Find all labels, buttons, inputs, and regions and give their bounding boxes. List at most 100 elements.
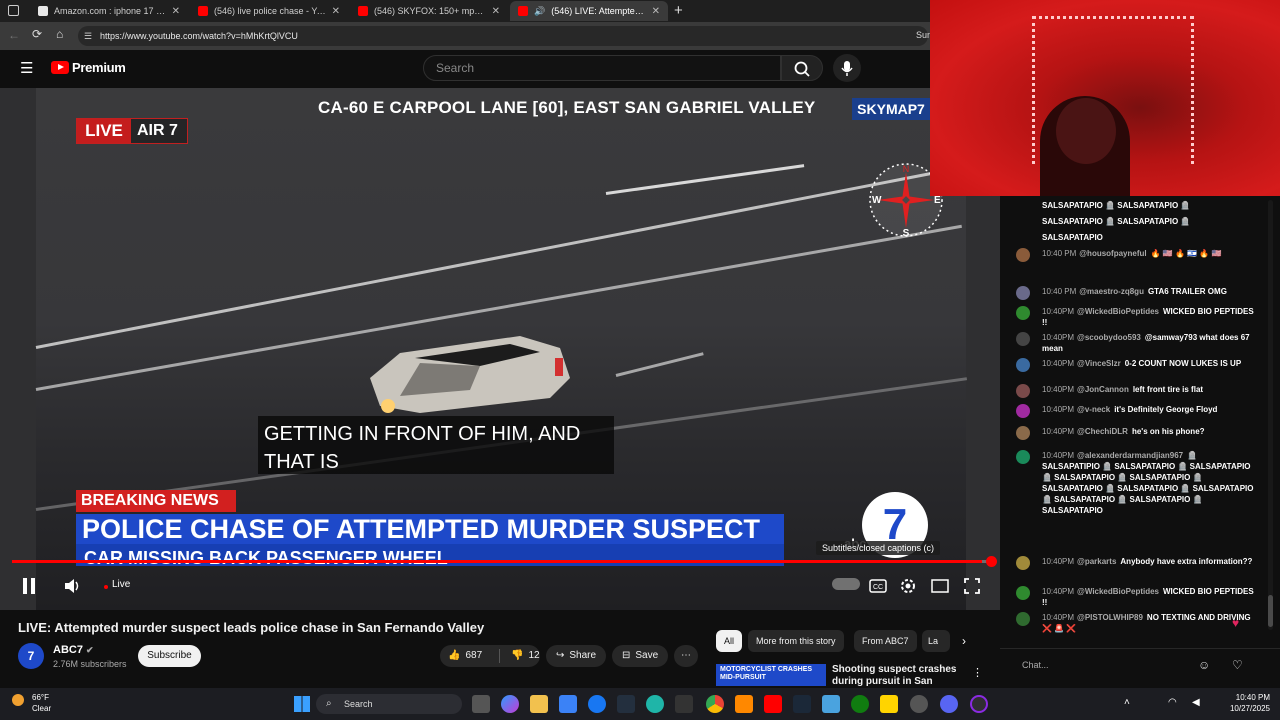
captions-button[interactable]: CC bbox=[866, 574, 890, 598]
chat-avatar[interactable] bbox=[1016, 306, 1030, 320]
chat-scrollbar[interactable] bbox=[1268, 200, 1273, 630]
channel-name[interactable]: ABC7 ✔ bbox=[53, 644, 94, 656]
browser-tab[interactable]: (546) live police chase - YouTube ✕ bbox=[190, 1, 348, 21]
home-icon[interactable]: ⌂ bbox=[56, 27, 63, 41]
chat-author[interactable]: @ChechiDLR bbox=[1077, 427, 1128, 436]
weather-widget[interactable]: 66°F Clear bbox=[32, 692, 51, 714]
dislike-button[interactable]: 👎 12 bbox=[505, 645, 540, 667]
related-more-icon[interactable]: ⋮ bbox=[972, 666, 983, 679]
autoplay-toggle[interactable] bbox=[832, 578, 860, 590]
tab-actions-icon[interactable] bbox=[8, 5, 19, 16]
address-bar[interactable]: ☰ https://www.youtube.com/watch?v=hMhKrt… bbox=[78, 26, 928, 46]
tab-close-icon[interactable]: ✕ bbox=[652, 6, 660, 17]
subscribe-button[interactable]: Subscribe bbox=[138, 645, 201, 667]
chat-author[interactable]: @JonCannon bbox=[1077, 385, 1129, 394]
reload-icon[interactable]: ⟳ bbox=[32, 27, 42, 41]
voice-search-button[interactable] bbox=[833, 54, 861, 82]
volume-button[interactable] bbox=[60, 574, 84, 598]
copilot-icon[interactable] bbox=[501, 695, 519, 713]
sticky-notes-icon[interactable] bbox=[880, 695, 898, 713]
chat-author[interactable]: @scoobydoo593 bbox=[1077, 333, 1141, 342]
chat-avatar[interactable] bbox=[1016, 384, 1030, 398]
edge-icon[interactable] bbox=[646, 695, 664, 713]
chat-avatar[interactable] bbox=[1016, 332, 1030, 346]
save-button[interactable]: ⊟ Save bbox=[612, 645, 669, 667]
system-clock[interactable]: 10:40 PM 10/27/2025 bbox=[1218, 692, 1270, 714]
tray-chevron-icon[interactable]: ˄ bbox=[1124, 697, 1130, 708]
chat-scrollbar-thumb[interactable] bbox=[1268, 595, 1273, 627]
fullscreen-button[interactable] bbox=[960, 574, 984, 598]
more-actions-button[interactable]: ⋯ bbox=[674, 645, 698, 667]
search-button[interactable] bbox=[781, 55, 823, 81]
back-icon[interactable]: ← bbox=[8, 28, 20, 42]
chip-all[interactable]: All bbox=[716, 630, 743, 652]
vlc-icon[interactable] bbox=[735, 695, 753, 713]
chat-author[interactable]: @WickedBioPeptides bbox=[1077, 307, 1159, 316]
windows-start-icon[interactable] bbox=[294, 696, 310, 712]
tab-close-icon[interactable]: ✕ bbox=[172, 6, 180, 17]
github-icon[interactable] bbox=[910, 695, 928, 713]
new-tab-button[interactable]: + bbox=[674, 2, 683, 19]
chat-author[interactable]: @PISTOLWHIP89 bbox=[1077, 613, 1143, 622]
browser-tab[interactable]: Amazon.com : iphone 17 pro ma ✕ bbox=[30, 1, 188, 21]
chat-author[interactable]: @v-neck bbox=[1077, 405, 1110, 414]
share-button[interactable]: ↪ Share bbox=[546, 645, 607, 667]
tab-close-icon[interactable]: ✕ bbox=[332, 6, 340, 17]
like-button[interactable]: 👍 687 bbox=[440, 645, 494, 667]
site-info-icon[interactable]: ☰ bbox=[84, 26, 92, 46]
store-icon[interactable] bbox=[559, 695, 577, 713]
chat-author[interactable]: @VinceSlzr bbox=[1077, 359, 1121, 368]
app-icon[interactable] bbox=[822, 695, 840, 713]
chat-avatar[interactable] bbox=[1016, 404, 1030, 418]
chip-from-abc7[interactable]: From ABC7 bbox=[854, 630, 917, 652]
chips-next-icon[interactable]: › bbox=[962, 634, 966, 648]
progress-scrubber[interactable] bbox=[986, 556, 997, 567]
browser-tab-active[interactable]: 🔊 (546) LIVE: Attempted murd ✕ bbox=[510, 1, 668, 21]
weather-icon[interactable] bbox=[12, 694, 24, 706]
chat-author[interactable]: @WickedBioPeptides bbox=[1077, 587, 1159, 596]
search-input[interactable]: Search bbox=[423, 55, 781, 81]
chat-avatar[interactable] bbox=[1016, 450, 1030, 464]
wifi-icon[interactable]: ◠ bbox=[1168, 697, 1177, 708]
video-player[interactable]: CA-60 E CARPOOL LANE [60], EAST SAN GABR… bbox=[0, 88, 1000, 610]
chat-avatar[interactable] bbox=[1016, 586, 1030, 600]
chat-avatar[interactable] bbox=[1016, 612, 1030, 626]
browser-tab[interactable]: (546) SKYFOX: 150+ mph motorc ✕ bbox=[350, 1, 508, 21]
speaker-icon[interactable]: 🔊 bbox=[534, 6, 545, 17]
live-indicator[interactable]: Live bbox=[112, 579, 130, 590]
emoji-icon[interactable]: ☺ bbox=[1198, 658, 1210, 672]
discord-icon[interactable] bbox=[940, 695, 958, 713]
steam-icon[interactable] bbox=[793, 695, 811, 713]
related-video-thumbnail[interactable]: MOTORCYCLIST CRASHES MID-PURSUIT bbox=[716, 664, 826, 686]
chat-input[interactable]: Chat... bbox=[1014, 656, 1224, 674]
chip-more-from-story[interactable]: More from this story bbox=[748, 630, 844, 652]
task-view-icon[interactable] bbox=[472, 695, 490, 713]
chat-avatar[interactable] bbox=[1016, 358, 1030, 372]
chat-author[interactable]: @maestro-zq8gu bbox=[1079, 287, 1144, 296]
xbox-icon[interactable] bbox=[851, 695, 869, 713]
chat-avatar[interactable] bbox=[1016, 556, 1030, 570]
obs-icon[interactable] bbox=[970, 695, 988, 713]
progress-bar[interactable] bbox=[12, 556, 997, 567]
menu-icon[interactable]: ☰ bbox=[20, 59, 33, 77]
settings-button[interactable] bbox=[896, 574, 920, 598]
pause-button[interactable] bbox=[17, 574, 41, 598]
file-explorer-icon[interactable] bbox=[530, 695, 548, 713]
tab-close-icon[interactable]: ✕ bbox=[492, 6, 500, 17]
chat-avatar[interactable] bbox=[1016, 426, 1030, 440]
channel-avatar[interactable]: 7 bbox=[18, 643, 44, 669]
chat-author[interactable]: @alexanderdarmandjian967 bbox=[1077, 451, 1183, 460]
chat-author[interactable]: @parkarts bbox=[1077, 557, 1116, 566]
chrome-icon[interactable] bbox=[706, 695, 724, 713]
chip-partial[interactable]: La bbox=[922, 630, 950, 652]
heart-reaction-icon[interactable]: ♡ bbox=[1232, 658, 1243, 672]
youtube-logo[interactable]: Premium bbox=[51, 60, 126, 75]
theater-mode-button[interactable] bbox=[928, 574, 952, 598]
chat-author[interactable]: @housofpayneful bbox=[1079, 249, 1146, 258]
chat-avatar[interactable] bbox=[1016, 286, 1030, 300]
calculator-icon[interactable] bbox=[675, 695, 693, 713]
facebook-icon[interactable] bbox=[588, 695, 606, 713]
taskbar-search[interactable]: ⌕ Search bbox=[316, 694, 462, 714]
youtube-icon[interactable] bbox=[764, 695, 782, 713]
volume-tray-icon[interactable]: ◀ bbox=[1192, 697, 1200, 708]
